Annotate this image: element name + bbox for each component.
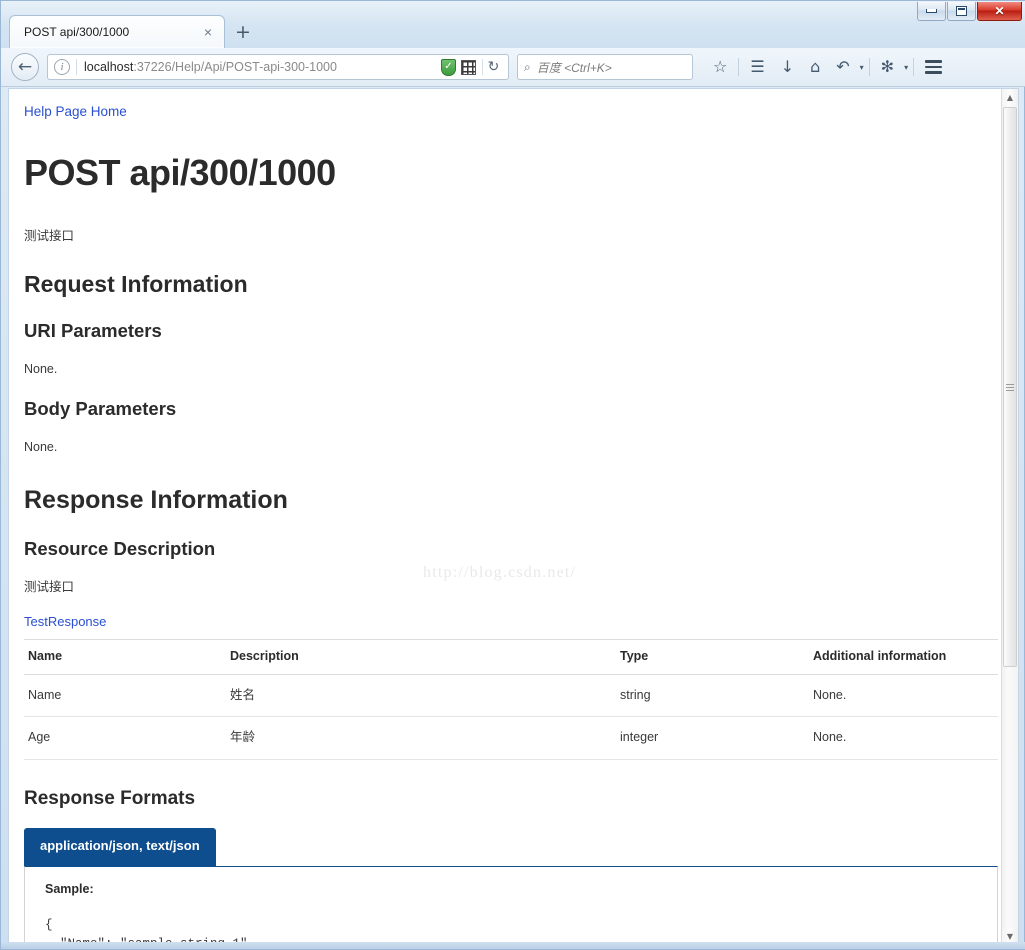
tab-strip: POST api/300/1000 × + — [9, 15, 251, 48]
page-title: POST api/300/1000 — [24, 151, 336, 193]
body-parameters-value: None. — [24, 440, 58, 455]
toolbar-icons: ☆ ☰ ↓ ⌂ ↶ ▾ ✻ ▾ — [705, 58, 943, 76]
title-bar: POST api/300/1000 × + ✕ — [1, 1, 1025, 48]
url-text: localhost:37226/Help/Api/POST-api-300-10… — [84, 60, 441, 74]
qr-code-icon[interactable] — [461, 59, 476, 75]
table-row: Name 姓名 string None. — [24, 674, 998, 718]
uri-parameters-heading: URI Parameters — [24, 319, 162, 341]
maximize-button[interactable] — [947, 2, 976, 21]
sample-tab-panel: Sample: { "Name": "sample string 1", "Ag… — [24, 865, 998, 943]
resource-description-heading: Resource Description — [24, 537, 216, 559]
window-controls: ✕ — [916, 2, 1022, 21]
navigation-toolbar: ← i localhost:37226/Help/Api/POST-api-30… — [1, 48, 1025, 87]
response-parameters-table: Name Description Type Additional informa… — [24, 639, 998, 760]
body-parameters-heading: Body Parameters — [24, 398, 177, 420]
cell-description: 姓名 — [226, 674, 616, 718]
extension-icon[interactable]: ✻ — [881, 59, 894, 75]
test-response-link[interactable]: TestResponse — [24, 613, 106, 631]
sample-label: Sample: — [45, 881, 94, 896]
scrollbar-grip — [1006, 382, 1014, 393]
home-icon[interactable]: ⌂ — [810, 59, 820, 75]
maximize-icon — [956, 6, 967, 16]
url-path: :37226/Help/Api/POST-api-300-1000 — [133, 60, 337, 74]
cell-additional: None. — [809, 674, 998, 718]
resource-description-value: 测试接口 — [24, 579, 75, 594]
cell-name: Age — [24, 716, 226, 760]
new-tab-icon[interactable]: + — [235, 23, 251, 42]
hamburger-menu-icon[interactable] — [925, 60, 943, 74]
column-header-description: Description — [226, 639, 616, 675]
minimize-button[interactable] — [917, 2, 946, 21]
window-bottom-edge — [1, 942, 1025, 949]
history-back-icon[interactable]: ↶ — [836, 59, 849, 75]
bookmark-star-icon[interactable]: ☆ — [713, 59, 727, 75]
response-information-heading: Response Information — [24, 485, 288, 514]
page-viewport: Help Page Home POST api/300/1000 测试接口 Re… — [8, 88, 1019, 944]
uri-parameters-value: None. — [24, 361, 58, 376]
toolbar-divider — [738, 58, 740, 76]
toolbar-divider-2 — [868, 58, 870, 76]
browser-window: POST api/300/1000 × + ✕ ← i localhost:37… — [0, 0, 1025, 950]
cell-description: 年龄 — [226, 716, 616, 760]
tab-application-json[interactable]: application/json, text/json — [24, 828, 216, 866]
toolbar-divider-3 — [913, 58, 915, 76]
response-formats-heading: Response Formats — [24, 787, 196, 809]
cell-type: string — [616, 674, 809, 718]
cell-name: Name — [24, 674, 226, 718]
sample-panel: application/json, text/json Sample: { "N… — [24, 828, 998, 943]
library-icon[interactable]: ☰ — [750, 59, 764, 75]
search-icon: ⌕ — [524, 59, 531, 74]
reload-icon[interactable]: ↻ — [482, 59, 504, 75]
shield-icon[interactable]: ✓ — [441, 58, 456, 76]
download-icon[interactable]: ↓ — [781, 59, 794, 75]
column-header-name: Name — [24, 639, 226, 675]
scroll-up-icon[interactable]: ▲ — [1002, 89, 1018, 106]
cell-additional: None. — [809, 716, 998, 760]
search-bar[interactable]: ⌕ 百度 <Ctrl+K> — [517, 54, 693, 80]
back-button[interactable]: ← — [11, 53, 39, 81]
table-header-row: Name Description Type Additional informa… — [24, 639, 998, 675]
page-content: Help Page Home POST api/300/1000 测试接口 Re… — [9, 89, 1000, 943]
page-info-icon[interactable]: i — [54, 59, 70, 75]
extension-dropdown-icon[interactable]: ▾ — [904, 63, 908, 72]
scrollbar-thumb[interactable] — [1003, 107, 1017, 667]
table-body: Name 姓名 string None. Age 年龄 integer None… — [24, 674, 998, 760]
vertical-scrollbar[interactable]: ▲ ▼ — [1001, 89, 1018, 943]
request-information-heading: Request Information — [24, 270, 248, 297]
url-bar[interactable]: i localhost:37226/Help/Api/POST-api-300-… — [47, 54, 509, 80]
help-page-home-link[interactable]: Help Page Home — [24, 103, 127, 122]
minimize-icon — [926, 9, 937, 13]
url-divider — [76, 59, 77, 75]
tab-title: POST api/300/1000 — [24, 25, 130, 39]
cell-type: integer — [616, 716, 809, 760]
column-header-additional-information: Additional information — [809, 639, 998, 675]
column-header-type: Type — [616, 639, 809, 675]
api-description: 测试接口 — [24, 229, 75, 244]
sample-json-code: { "Name": "sample string 1", "Age": 2 } — [45, 918, 255, 943]
table-head: Name Description Type Additional informa… — [24, 639, 998, 675]
browser-tab-active[interactable]: POST api/300/1000 × — [9, 15, 225, 48]
tab-close-icon[interactable]: × — [200, 25, 216, 39]
history-dropdown-icon[interactable]: ▾ — [860, 63, 864, 72]
table-row: Age 年龄 integer None. — [24, 716, 998, 760]
sample-tab-list: application/json, text/json — [24, 828, 998, 866]
close-button[interactable]: ✕ — [977, 2, 1022, 21]
url-host: localhost — [84, 60, 134, 74]
search-placeholder: 百度 <Ctrl+K> — [536, 60, 612, 75]
